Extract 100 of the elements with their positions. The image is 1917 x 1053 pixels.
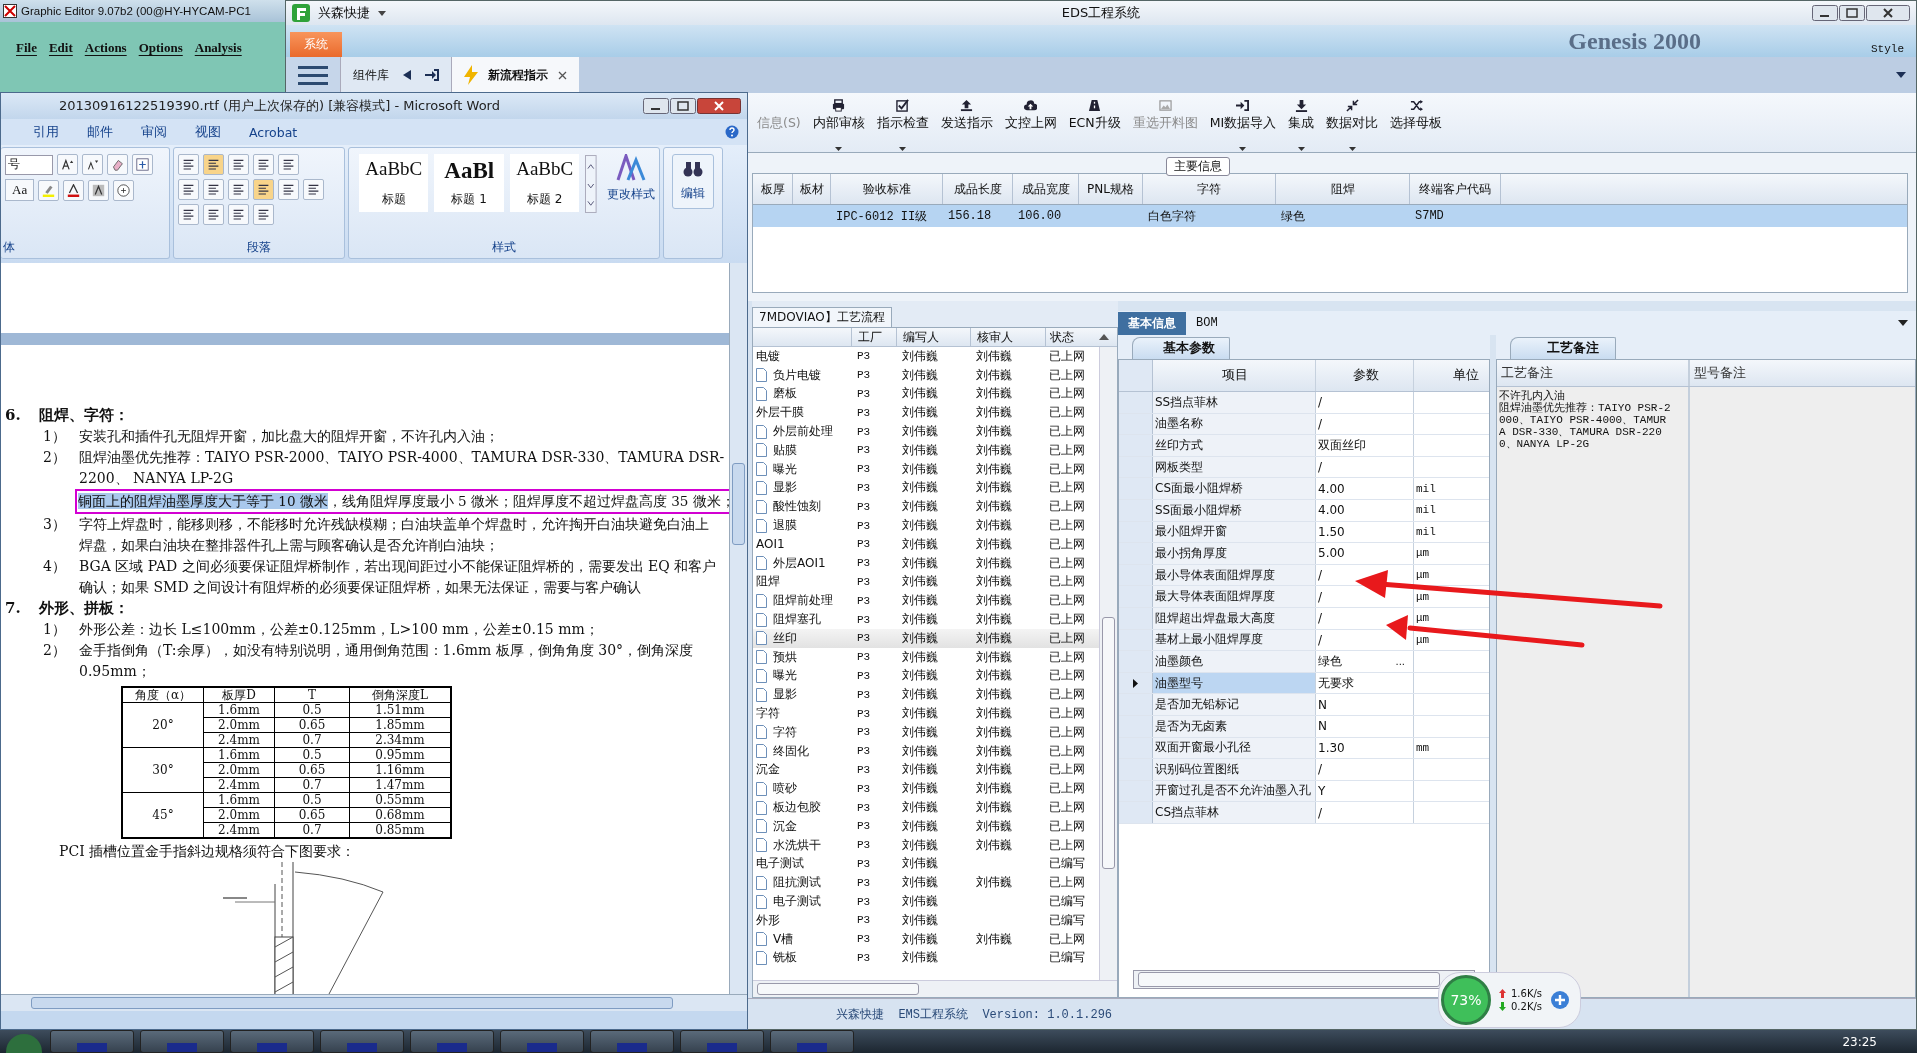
change-case-button[interactable]: Aa	[5, 179, 35, 201]
column-header[interactable]: PNL规格	[1079, 174, 1143, 204]
menu-item[interactable]: Edit	[48, 40, 73, 56]
column-header[interactable]: 成品长度	[943, 174, 1013, 204]
parameter-row[interactable]: 是否为无卤素 N	[1119, 715, 1489, 738]
column-header[interactable]: 板厚	[753, 174, 793, 204]
process-row[interactable]: 板边包胶 P3 刘伟巍 刘伟巍 已上网	[753, 798, 1099, 817]
column-header[interactable]: 字符	[1143, 174, 1276, 204]
style-preset[interactable]: AaBbC 标题 2	[509, 154, 580, 212]
table-row[interactable]: IPC-6012 II级 156.18 106.00 白色字符 绿色 S7MD	[753, 205, 1907, 227]
parameter-row[interactable]: CS挡点菲林 /	[1119, 802, 1489, 824]
menu-item[interactable]: File	[16, 40, 37, 56]
column-header[interactable]: 参数	[1316, 360, 1414, 391]
process-row[interactable]: 字符 P3 刘伟巍 刘伟巍 已上网	[753, 704, 1099, 723]
column-header[interactable]: 状态	[1045, 328, 1093, 346]
process-row[interactable]: 显影 P3 刘伟巍 刘伟巍 已上网	[753, 478, 1099, 498]
parameter-row[interactable]: 油墨名称 /	[1119, 413, 1489, 436]
process-row[interactable]: 负片电镀 P3 刘伟巍 刘伟巍 已上网	[753, 365, 1099, 385]
ribbon-tab[interactable]: Acrobat	[235, 124, 312, 140]
process-row[interactable]: 曝光 P3 刘伟巍 刘伟巍 已上网	[753, 459, 1099, 479]
process-row[interactable]: AOI1 P3 刘伟巍 刘伟巍 已上网	[753, 534, 1099, 554]
parameter-row[interactable]: 基材上最小阻焊厚度 / μm	[1119, 629, 1489, 652]
column-header[interactable]: 编写人	[896, 328, 970, 346]
parameter-row[interactable]: SS挡点菲林 /	[1119, 392, 1489, 414]
toolbar-button[interactable]: MI数据导入	[1204, 99, 1282, 151]
process-row[interactable]: 阻焊前处理 P3 刘伟巍 刘伟巍 已上网	[753, 591, 1099, 611]
parameter-row[interactable]: 油墨颜色 绿色 ...	[1119, 651, 1489, 673]
toolbar-button[interactable]: 内部审核	[807, 99, 870, 151]
library-tab[interactable]: 组件库	[340, 57, 451, 93]
process-row[interactable]: 喷砂 P3 刘伟巍 刘伟巍 已上网	[753, 779, 1099, 799]
process-row[interactable]: 电镀 P3 刘伟巍 刘伟巍 已上网	[753, 347, 1099, 366]
process-row[interactable]: 磨板 P3 刘伟巍 刘伟巍 已上网	[753, 384, 1099, 404]
column-header[interactable]: 核审人	[970, 328, 1045, 346]
process-row[interactable]: 外层干膜 P3 刘伟巍 刘伟巍 已上网	[753, 403, 1099, 423]
font-size-field[interactable]: 号	[5, 154, 53, 175]
parameter-row[interactable]: SS面最小阻焊桥 4.00 mil	[1119, 499, 1489, 522]
column-header[interactable]: 阻焊	[1276, 174, 1410, 204]
document-tab[interactable]: 新流程指示	[451, 57, 579, 93]
parameter-row[interactable]: 最小阻焊开窗 1.50 mil	[1119, 521, 1489, 544]
detail-tab[interactable]: BOM	[1186, 313, 1228, 333]
toolbar-button[interactable]: ECN升级	[1063, 99, 1126, 151]
process-row[interactable]: 水洗烘干 P3 刘伟巍 刘伟巍 已上网	[753, 835, 1099, 855]
menu-item[interactable]: Analysis	[194, 40, 242, 56]
parameter-row[interactable]: 最大导体表面阻焊厚度 / μm	[1119, 586, 1489, 608]
column-header[interactable]: 型号备注	[1690, 360, 1915, 386]
column-header[interactable]: 单位	[1414, 360, 1489, 391]
notes-tab[interactable]: 工艺备注	[1510, 337, 1616, 359]
ribbon-tab[interactable]: 审阅	[127, 123, 181, 141]
toolbar-button[interactable]: 发送指示	[935, 99, 998, 151]
style-preset[interactable]: AaBbC 标题	[359, 154, 429, 212]
toolbar-button[interactable]: 指示检查	[871, 99, 934, 151]
detail-tab[interactable]: 基本信息	[1118, 311, 1186, 335]
parameter-row[interactable]: 识别码位置图纸 /	[1119, 759, 1489, 781]
parameter-row[interactable]: 最小拐角厚度 5.00 μm	[1119, 543, 1489, 565]
toolbar-button[interactable]: 文控上网	[999, 99, 1062, 151]
menu-item[interactable]: Actions	[84, 40, 127, 56]
process-row[interactable]: 退膜 P3 刘伟巍 刘伟巍 已上网	[753, 516, 1099, 535]
menu-item[interactable]: Options	[138, 40, 183, 56]
process-row[interactable]: 阻焊 P3 刘伟巍 刘伟巍 已上网	[753, 572, 1099, 592]
process-row[interactable]: 酸性蚀刻 P3 刘伟巍 刘伟巍 已上网	[753, 497, 1099, 517]
toolbar-button[interactable]: 集成	[1283, 99, 1320, 151]
process-row[interactable]: 铣板 P3 刘伟巍 已编写	[753, 948, 1099, 968]
toolbar-button[interactable]: 选择母板	[1385, 99, 1448, 151]
style-preset[interactable]: AaBl 标题 1	[434, 154, 504, 212]
parameter-row[interactable]: CS面最小阻焊桥 4.00 mil	[1119, 478, 1489, 500]
process-row[interactable]: 阻抗测试 P3 刘伟巍 刘伟巍 已上网	[753, 873, 1099, 893]
column-header[interactable]: 工厂	[851, 328, 896, 346]
process-row[interactable]: 外层前处理 P3 刘伟巍 刘伟巍 已上网	[753, 422, 1099, 441]
process-row[interactable]: 显影 P3 刘伟巍 刘伟巍 已上网	[753, 685, 1099, 705]
process-row[interactable]: 电子测试 P3 刘伟巍 已编写	[753, 854, 1099, 874]
column-header[interactable]: 板材	[793, 174, 831, 204]
process-row[interactable]: 预烘 P3 刘伟巍 刘伟巍 已上网	[753, 647, 1099, 667]
parameter-row[interactable]: 开窗过孔是否不允许油墨入孔 Y	[1119, 780, 1489, 803]
process-row[interactable]: 终固化 P3 刘伟巍 刘伟巍 已上网	[753, 741, 1099, 761]
process-row[interactable]: 阻焊塞孔 P3 刘伟巍 刘伟巍 已上网	[753, 610, 1099, 629]
parameter-row[interactable]: 油墨型号 无要求	[1119, 672, 1489, 695]
process-row[interactable]: 外形 P3 刘伟巍 已编写	[753, 910, 1099, 930]
parameters-tab[interactable]: 基本参数	[1132, 337, 1230, 359]
parameter-row[interactable]: 双面开窗最小孔径 1.30 mm	[1119, 737, 1489, 760]
parameter-row[interactable]: 丝印方式 双面丝印	[1119, 435, 1489, 457]
ribbon-tab[interactable]: 视图	[181, 123, 235, 141]
column-header[interactable]: 项目	[1153, 360, 1316, 391]
process-row[interactable]: 丝印 P3 刘伟巍 刘伟巍 已上网	[753, 628, 1099, 648]
column-header[interactable]: 验收标准	[831, 174, 943, 204]
process-row[interactable]: 电子测试 P3 刘伟巍 已编写	[753, 892, 1099, 911]
toolbar-button[interactable]: 数据对比	[1321, 99, 1384, 151]
column-header[interactable]: 工艺备注	[1497, 360, 1690, 386]
process-tab[interactable]: 7MDOVIAO】工艺流程	[752, 307, 892, 327]
parameter-row[interactable]: 阻焊超出焊盘最大高度 / μm	[1119, 607, 1489, 630]
process-row[interactable]: 曝光 P3 刘伟巍 刘伟巍 已上网	[753, 666, 1099, 686]
process-row[interactable]: 贴膜 P3 刘伟巍 刘伟巍 已上网	[753, 441, 1099, 460]
editing-button[interactable]: 编辑	[672, 154, 714, 209]
process-row[interactable]: 沉金 P3 刘伟巍 刘伟巍 已上网	[753, 760, 1099, 780]
process-row[interactable]: V槽 P3 刘伟巍 刘伟巍 已上网	[753, 929, 1099, 949]
network-monitor-widget[interactable]: 73% 1.6K/s 0.2K/s	[1438, 972, 1582, 1028]
column-header[interactable]: 终端客户代码	[1410, 174, 1501, 204]
parameter-row[interactable]: 网板类型 /	[1119, 456, 1489, 479]
parameter-row[interactable]: 是否加无铅标记 N	[1119, 694, 1489, 716]
ribbon-tab[interactable]: 邮件	[73, 123, 127, 141]
column-header[interactable]: 成品宽度	[1013, 174, 1079, 204]
